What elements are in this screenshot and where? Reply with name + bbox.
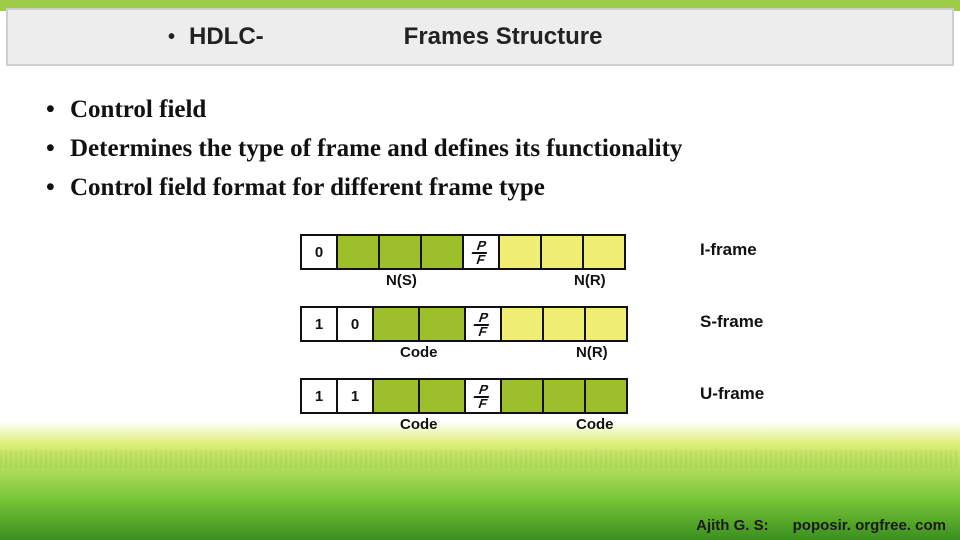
bit-cell: 0 [336,306,374,342]
color-cell [498,234,542,270]
pf-cell: PF [464,378,502,414]
bit-cell: 1 [300,306,338,342]
frame-row: 11PFU-frameCodeCode [300,378,830,418]
site-label: poposir. orgfree. com [793,517,946,534]
bullet-item: Control field format for different frame… [40,170,920,205]
frame-type-label: U-frame [700,384,764,404]
color-cell [542,306,586,342]
color-cell [500,306,544,342]
bit-cell: 1 [336,378,374,414]
frame-row: 0PFI-frameN(S)N(R) [300,234,830,274]
author-label: Ajith G. S: [696,517,769,534]
footer: Ajith G. S: poposir. orgfree. com [696,517,946,534]
bit-cell: 0 [300,234,338,270]
color-cell [372,306,420,342]
frame-type-label: I-frame [700,240,757,260]
pf-cell: PF [464,306,502,342]
bullet-list: Control field Determines the type of fra… [40,92,920,205]
title-left: HDLC- [189,23,264,51]
field-label: N(S) [386,272,417,289]
color-cell [500,378,544,414]
frame-type-label: S-frame [700,312,763,332]
color-cell [420,234,464,270]
field-label: Code [400,416,438,433]
frame-row: 10PFS-frameCodeN(R) [300,306,830,346]
title-right: Frames Structure [404,23,603,51]
color-cell [582,234,626,270]
color-cell [542,378,586,414]
field-label: N(R) [574,272,606,289]
content-area: Control field Determines the type of fra… [40,92,920,209]
bit-cells: 11 PF [300,378,660,414]
field-label: Code [576,416,614,433]
bit-cells: 0 PF [300,234,660,270]
bullet-item: Control field [40,92,920,127]
field-label: N(R) [576,344,608,361]
slide-title-box: • HDLC- Frames Structure [6,8,954,66]
color-cell [378,234,422,270]
bullet-item: Determines the type of frame and defines… [40,131,920,166]
pf-cell: PF [462,234,500,270]
color-cell [584,306,628,342]
color-cell [584,378,628,414]
color-cell [418,306,466,342]
bit-cell: 1 [300,378,338,414]
field-label: Code [400,344,438,361]
color-cell [372,378,420,414]
color-cell [540,234,584,270]
decorative-grass [0,450,960,468]
color-cell [336,234,380,270]
color-cell [418,378,466,414]
bit-cells: 10 PF [300,306,660,342]
control-field-diagram: 0PFI-frameN(S)N(R)10PFS-frameCodeN(R)11P… [300,234,830,450]
bullet-icon: • [168,26,175,49]
